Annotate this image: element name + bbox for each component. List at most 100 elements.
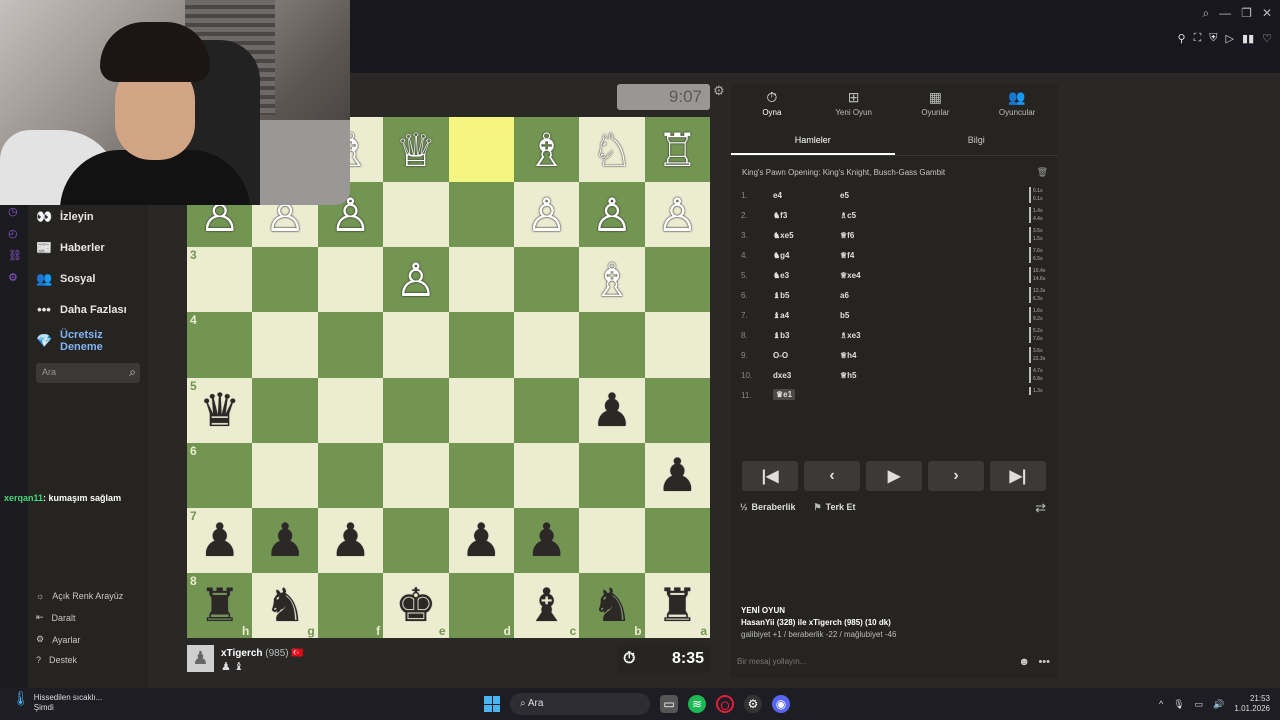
white-pawn-icon[interactable]: ♙ bbox=[526, 192, 567, 238]
board-square[interactable] bbox=[252, 247, 318, 313]
next-move-button[interactable]: › bbox=[928, 461, 984, 491]
board-square[interactable]: ♕ bbox=[383, 117, 449, 183]
opening-name[interactable]: King's Pawn Opening: King's Knight, Busc… bbox=[742, 168, 945, 177]
white-pawn-icon[interactable]: ♙ bbox=[395, 257, 436, 303]
board-square[interactable]: a ♜ bbox=[644, 572, 710, 638]
white-move[interactable]: ♝b3 bbox=[773, 331, 790, 340]
black-pawn-icon[interactable]: ♟ bbox=[199, 517, 240, 563]
black-pawn-icon[interactable]: ♟ bbox=[591, 387, 632, 433]
black-pawn-icon[interactable]: ♟ bbox=[264, 517, 305, 563]
chevron-up-icon[interactable]: ^ bbox=[1159, 699, 1163, 709]
white-move[interactable]: ♞g4 bbox=[773, 251, 790, 260]
settings-icon[interactable]: ⚙ bbox=[8, 271, 18, 284]
white-move[interactable]: dxe3 bbox=[773, 371, 791, 380]
chat-input[interactable]: Bir mesaj yollayın... ☻ ••• bbox=[737, 656, 1052, 673]
white-move[interactable]: ♝b5 bbox=[773, 291, 790, 300]
board-square[interactable]: ♗ bbox=[513, 117, 580, 183]
board-square[interactable]: 3 bbox=[187, 247, 253, 313]
board-square[interactable] bbox=[448, 117, 514, 183]
opera-icon[interactable]: O bbox=[716, 695, 734, 713]
play-icon[interactable]: ▷ bbox=[1226, 32, 1234, 45]
board-square[interactable] bbox=[448, 312, 514, 378]
spotify-icon[interactable]: ≋ bbox=[688, 695, 706, 713]
steam-icon[interactable]: ⚙ bbox=[744, 695, 762, 713]
tab-games[interactable]: ▦ Oyunlar bbox=[895, 84, 977, 122]
white-queen-icon[interactable]: ♕ bbox=[395, 127, 436, 173]
black-bishop-icon[interactable]: ♝ bbox=[526, 582, 567, 628]
board-square[interactable] bbox=[317, 312, 384, 378]
restore-icon[interactable]: ❐ bbox=[1241, 6, 1252, 21]
board-square[interactable] bbox=[448, 442, 514, 508]
previous-move-button[interactable]: ‹ bbox=[804, 461, 860, 491]
black-move[interactable]: a6 bbox=[840, 291, 849, 300]
link-icon[interactable]: ⛓ bbox=[8, 249, 22, 262]
history-icon[interactable]: ◴ bbox=[8, 227, 18, 240]
board-square[interactable]: 8 h ♜ bbox=[187, 572, 253, 638]
board-square[interactable]: ♟ bbox=[579, 377, 645, 443]
board-square[interactable] bbox=[317, 377, 384, 443]
taskbar-search[interactable]: ⌕ Ara bbox=[510, 693, 650, 715]
white-pawn-icon[interactable]: ♙ bbox=[591, 192, 632, 238]
black-move[interactable]: ♗c5 bbox=[840, 211, 856, 220]
board-square[interactable] bbox=[252, 442, 318, 508]
board-square[interactable] bbox=[579, 442, 645, 508]
discord-icon[interactable]: ◉ bbox=[772, 695, 790, 713]
board-square[interactable] bbox=[513, 312, 580, 378]
black-rook-icon[interactable]: ♜ bbox=[199, 582, 240, 628]
board-square[interactable] bbox=[448, 377, 514, 443]
white-bishop-icon[interactable]: ♗ bbox=[591, 257, 632, 303]
black-move[interactable]: ♕h4 bbox=[840, 351, 857, 360]
board-square[interactable] bbox=[513, 247, 580, 313]
board-square[interactable]: ♟ bbox=[513, 507, 580, 573]
board-square[interactable] bbox=[513, 442, 580, 508]
black-rook-icon[interactable]: ♜ bbox=[657, 582, 698, 628]
minimize-icon[interactable]: — bbox=[1219, 6, 1231, 21]
board-square[interactable] bbox=[513, 377, 580, 443]
white-pawn-icon[interactable]: ♙ bbox=[657, 192, 698, 238]
close-icon[interactable]: ✕ bbox=[1262, 6, 1272, 21]
board-square[interactable] bbox=[252, 377, 318, 443]
sidebar-search-input[interactable]: Ara ⌕ bbox=[36, 363, 140, 383]
white-move[interactable]: ♝a4 bbox=[773, 311, 789, 320]
windows-start-icon[interactable] bbox=[484, 696, 500, 712]
draw-button[interactable]: ½ Beraberlik bbox=[740, 502, 796, 513]
board-square[interactable] bbox=[644, 377, 710, 443]
black-move[interactable]: e5 bbox=[840, 191, 849, 200]
black-move[interactable]: ♕h5 bbox=[840, 371, 857, 380]
shield-icon[interactable]: ⛨ bbox=[1209, 32, 1217, 45]
black-knight-icon[interactable]: ♞ bbox=[264, 582, 305, 628]
play-button[interactable]: ▶ bbox=[866, 461, 922, 491]
board-square[interactable] bbox=[317, 247, 384, 313]
board-square[interactable] bbox=[383, 182, 449, 248]
board-square[interactable]: g ♞ bbox=[252, 572, 318, 638]
search-icon[interactable]: ⌕ bbox=[1202, 6, 1209, 21]
settings-link[interactable]: ⚙ Ayarlar bbox=[36, 634, 80, 645]
tab-players[interactable]: 👥 Oyuncular bbox=[976, 84, 1058, 122]
crop-icon[interactable]: ⛶ bbox=[1194, 32, 1202, 45]
network-icon[interactable]: ▭ bbox=[1195, 699, 1204, 710]
board-square[interactable] bbox=[579, 507, 645, 573]
board-square[interactable] bbox=[383, 312, 449, 378]
last-move-button[interactable]: ▶| bbox=[990, 461, 1046, 491]
board-square[interactable] bbox=[383, 377, 449, 443]
collapse-button[interactable]: ⇤ Daralt bbox=[36, 612, 76, 623]
tab-play[interactable]: ⏱ Oyna bbox=[731, 84, 813, 122]
board-square[interactable]: d bbox=[448, 572, 514, 638]
pin-icon[interactable]: ⚲ bbox=[1178, 32, 1186, 45]
nav-free-trial[interactable]: 💎 Ücretsiz Deneme bbox=[36, 329, 103, 353]
board-square[interactable]: 5 ♛ bbox=[187, 377, 253, 443]
board-square[interactable]: f bbox=[317, 572, 384, 638]
board-square[interactable] bbox=[644, 247, 710, 313]
taskbar-clock[interactable]: 21:53 1.01.2026 bbox=[1234, 694, 1270, 714]
white-move[interactable]: ♞f3 bbox=[773, 211, 787, 220]
weather-widget[interactable]: 🌡 Hissedilen sıcaklı... Şimdi bbox=[12, 691, 102, 713]
resign-button[interactable]: ⚑ Terk Et bbox=[814, 502, 856, 513]
board-square[interactable] bbox=[579, 312, 645, 378]
file-manager-icon[interactable]: ▭ bbox=[660, 695, 678, 713]
board-settings-icon[interactable]: ⚙ bbox=[713, 83, 725, 99]
white-move[interactable]: e4 bbox=[773, 191, 782, 200]
board-square[interactable]: ♙ bbox=[579, 182, 645, 248]
nav-social[interactable]: 👥 Sosyal bbox=[36, 271, 95, 287]
board-square[interactable]: ♗ bbox=[579, 247, 645, 313]
emoji-icon[interactable]: ☻ bbox=[1018, 656, 1030, 668]
